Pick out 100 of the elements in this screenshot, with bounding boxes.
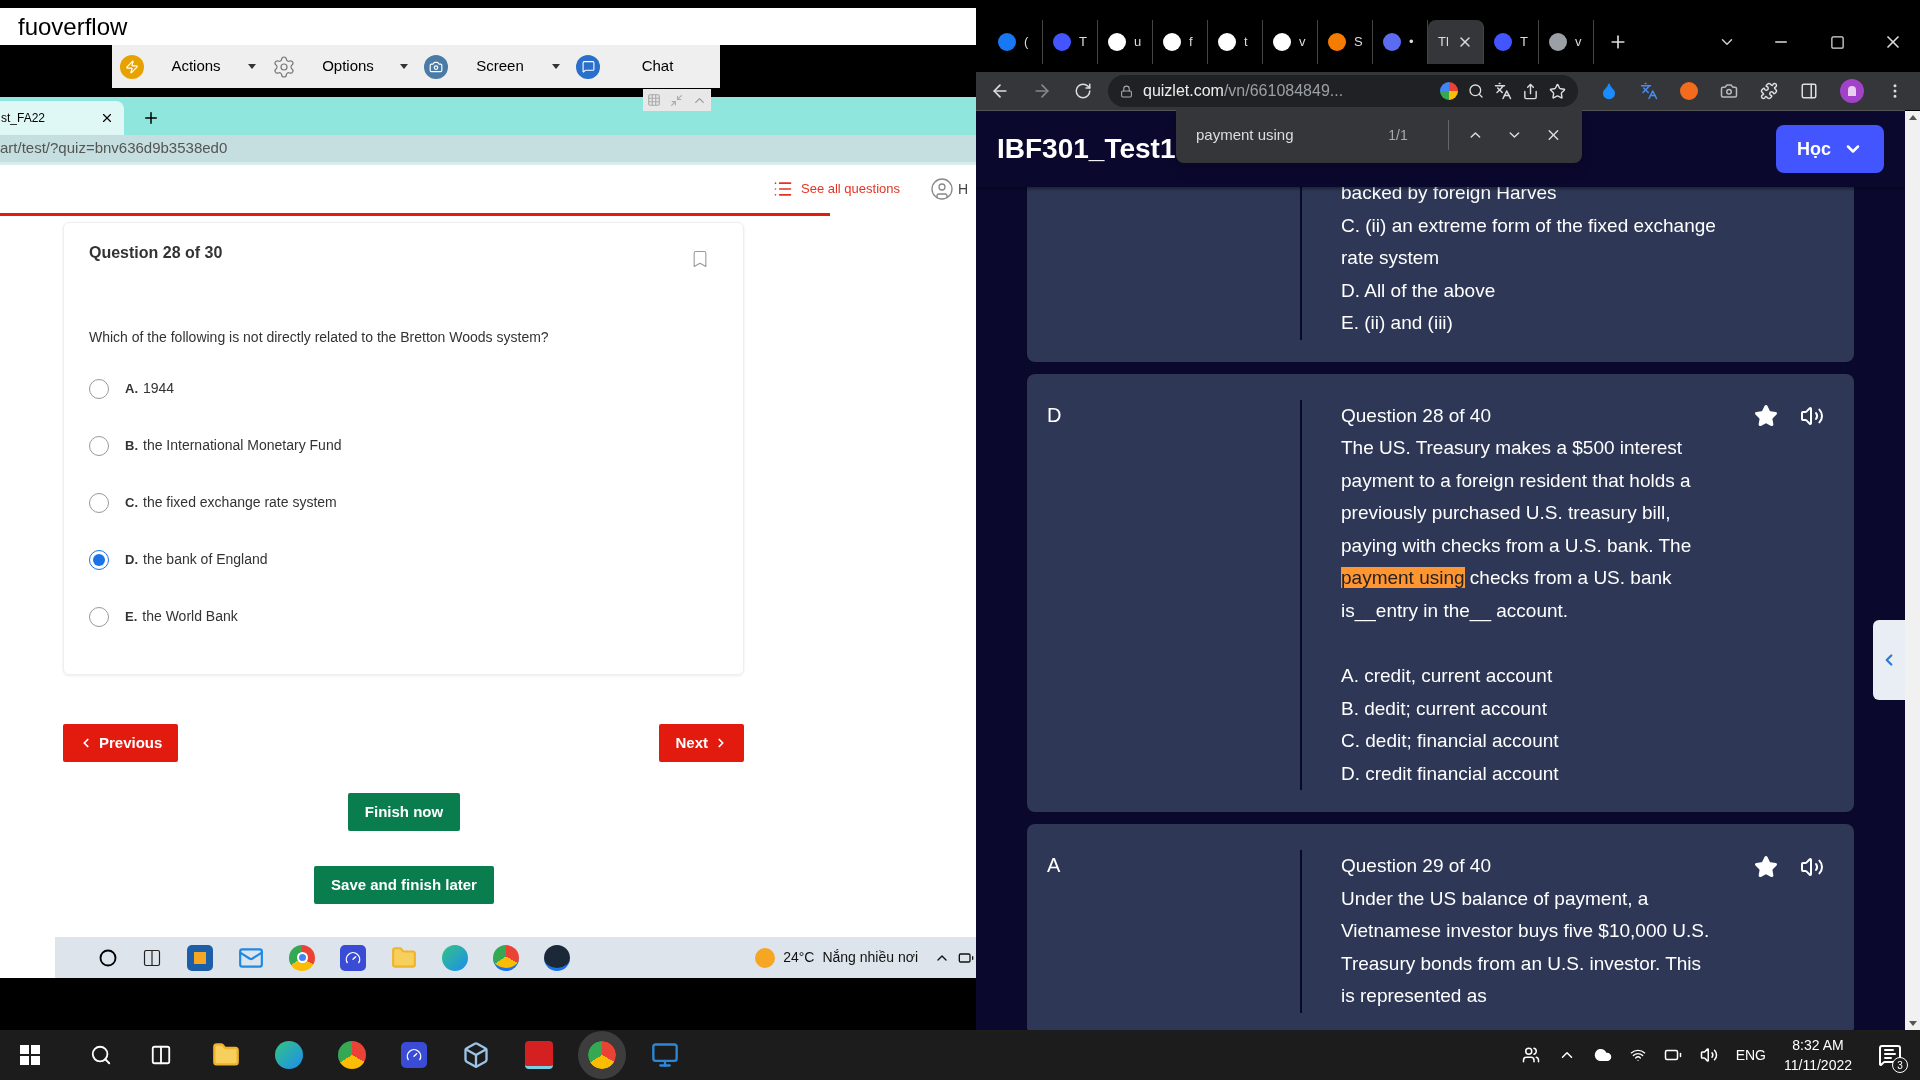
task-view-icon[interactable] [142, 947, 162, 968]
answer-letter: D [1047, 403, 1062, 426]
folder-icon[interactable] [212, 1041, 240, 1069]
extension-icon[interactable] [1600, 82, 1618, 100]
new-tab-icon[interactable] [142, 109, 160, 127]
side-panel-icon[interactable] [1800, 82, 1818, 100]
remote-desktop-icon[interactable] [651, 1041, 679, 1069]
answer-line: C. (ii) an extreme form of the fixed exchange rate system [1341, 213, 1717, 270]
question-heading: Question 29 of 40 [1341, 854, 1492, 878]
notification-count: 3 [1892, 1057, 1908, 1073]
app-icon[interactable] [401, 1042, 427, 1068]
search-icon[interactable] [99, 948, 117, 967]
toolbar-button[interactable]: Screen [451, 55, 549, 78]
star-icon[interactable] [1754, 404, 1778, 428]
browser-tab[interactable]: ( [988, 20, 1043, 64]
chrome-icon[interactable] [338, 1041, 366, 1069]
question-text: The US. Treasury makes a $500 interest payment to a foreign resident that holds a previously purchased U.S. treasury bill, paying with checks from a U.S. bank. The payment using checks from a US. bank is__entry in the__ account. [1341, 436, 1693, 624]
star-icon[interactable] [1754, 854, 1778, 879]
browser-tab[interactable]: t [1208, 20, 1263, 64]
user-name[interactable]: H [958, 178, 969, 200]
extensions-icon[interactable] [1760, 82, 1778, 100]
next-button[interactable]: Next [659, 724, 744, 762]
browser-tab[interactable]: v [1539, 20, 1594, 64]
caret-icon [552, 64, 560, 69]
find-field[interactable]: payment using [1196, 123, 1389, 147]
browser-tab[interactable]: S [1318, 20, 1373, 64]
clock[interactable]: 8:32 AM 11/11/2022 [1784, 1035, 1852, 1075]
people-icon[interactable] [1521, 1046, 1540, 1064]
list-icon [773, 179, 793, 199]
browser-tab[interactable]: T [1043, 20, 1098, 64]
notification-icon[interactable] [1878, 1043, 1902, 1067]
browser-tab[interactable]: st_FA22 [0, 101, 124, 135]
bookmark-star-icon[interactable] [1549, 82, 1566, 100]
answer-option[interactable]: A. 1944 [89, 360, 718, 417]
camera-icon [424, 54, 448, 79]
answer-line: B. dedit; current account [1341, 696, 1548, 721]
browser-tab[interactable]: Tl [1428, 20, 1484, 64]
profile-avatar[interactable] [1840, 79, 1864, 103]
extension-icon[interactable] [1680, 82, 1698, 100]
scroll-up-icon[interactable] [1908, 115, 1917, 120]
speaker-icon[interactable] [1800, 404, 1824, 428]
app-icon[interactable] [340, 944, 366, 971]
save-button[interactable]: Save and finish later [314, 866, 494, 904]
browser-tab[interactable]: u [1098, 20, 1153, 64]
finish-button[interactable]: Finish now [347, 793, 461, 831]
window-title: fuoverflow [18, 11, 128, 42]
browser-tab[interactable]: f [1153, 20, 1208, 64]
steam-icon[interactable] [544, 944, 570, 971]
chat-icon [576, 54, 600, 79]
search-icon[interactable] [90, 1044, 112, 1066]
language-indicator[interactable]: ENG [1735, 1044, 1766, 1066]
address-bar[interactable]: quizlet.com/vn/661084849... [1108, 75, 1578, 107]
google-icon[interactable] [1440, 82, 1458, 100]
browser-tab[interactable]: T [1484, 20, 1539, 64]
translate-extension-icon[interactable] [1640, 82, 1658, 100]
match-count: 1/1 [1388, 125, 1409, 145]
answer-line: backed by foreign Harves [1341, 181, 1558, 205]
toolbar-button[interactable]: Chat [603, 55, 712, 78]
answer-option[interactable]: D. the bank of England [89, 531, 718, 588]
maximize-icon[interactable] [1830, 34, 1845, 50]
volume-icon[interactable] [1699, 1046, 1718, 1064]
answer-option[interactable]: E. the World Bank [89, 588, 718, 645]
search-icon[interactable] [1468, 83, 1484, 99]
close-icon[interactable] [100, 111, 114, 125]
answer-option[interactable]: B. the International Monetary Fund [89, 417, 718, 474]
gear-icon [272, 54, 296, 79]
caret-icon [248, 64, 256, 69]
reload-icon[interactable] [1074, 82, 1092, 100]
task-view-icon[interactable] [150, 1044, 172, 1066]
weather-icon [755, 947, 776, 968]
camera-icon[interactable] [1720, 82, 1738, 100]
browser-tab[interactable]: v [1263, 20, 1318, 64]
answer-option[interactable]: C. the fixed exchange rate system [89, 474, 718, 531]
study-menu-button[interactable]: Học [1776, 125, 1884, 173]
address-field[interactable]: art/test/?quiz=bnv636d9b3538ed0 [0, 137, 228, 160]
share-icon[interactable] [1522, 82, 1539, 100]
set-title: IBF301_Test1 [997, 132, 1176, 166]
answer-line: A. credit, current account [1341, 664, 1554, 688]
lock-icon[interactable] [1120, 84, 1133, 98]
lightning-icon [120, 54, 144, 79]
caret-icon [400, 64, 408, 69]
windows-start-icon[interactable] [20, 1045, 40, 1065]
network-icon[interactable] [1629, 1047, 1646, 1063]
side-tab-handle[interactable] [1873, 620, 1905, 700]
edge-icon[interactable] [275, 1041, 303, 1069]
cloud-icon[interactable] [1593, 1046, 1612, 1064]
cube-icon[interactable] [462, 1041, 490, 1069]
toolbar-button[interactable]: Options [299, 55, 397, 78]
answer-letter: A [1047, 854, 1061, 876]
toolbar-button[interactable]: Actions [147, 55, 245, 78]
store-icon[interactable] [187, 944, 213, 971]
answer-line: D. All of the above [1341, 278, 1497, 303]
weather-text: Nắng nhiều nơi [822, 948, 918, 967]
translate-icon[interactable] [1494, 82, 1512, 100]
question-title: Question 28 of 30 [89, 243, 223, 263]
question-text: Which of the following is not directly related to the Bretton Woods system? [89, 328, 550, 347]
previous-button[interactable]: Previous [63, 724, 179, 762]
see-all-questions-link[interactable]: See all questions [773, 179, 900, 199]
question-heading: Question 28 of 40 [1341, 403, 1492, 428]
user-icon[interactable] [930, 177, 954, 201]
